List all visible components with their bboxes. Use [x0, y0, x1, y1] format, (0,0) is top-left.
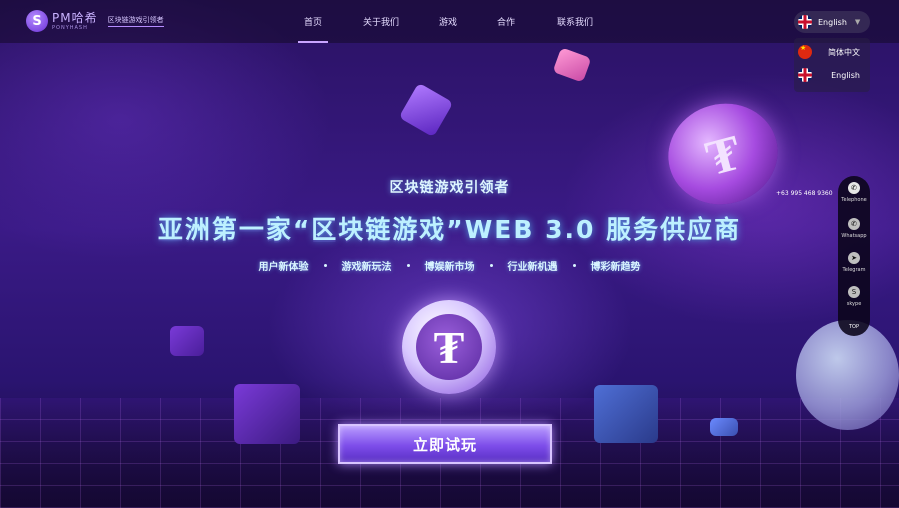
language-option-english[interactable]: English — [798, 65, 866, 85]
nav-partnership[interactable]: 合作 — [488, 0, 524, 43]
feature-item: 用户新体验 — [258, 262, 309, 273]
uk-flag-icon — [798, 68, 812, 82]
tether-coin-main-icon: ₮ — [402, 300, 496, 394]
nav-games[interactable]: 游戏 — [430, 0, 466, 43]
cn-flag-icon — [798, 44, 812, 59]
logo-subtitle: PONYHASH — [52, 24, 88, 31]
hero-title: 亚洲第一家“区块链游戏”WEB 3.0 服务供应商 — [157, 215, 742, 244]
feature-item: 行业新机遇 — [507, 262, 558, 273]
logo[interactable]: S PM哈希 PONYHASH 区块链游戏引领者 — [26, 10, 164, 32]
tether-symbol: ₮ — [416, 314, 482, 380]
purple-cube-left — [234, 384, 300, 444]
logo-tagline: 区块链游戏引领者 — [107, 15, 164, 27]
whatsapp-icon: ✆ — [848, 218, 860, 230]
chevron-down-icon: ▼ — [854, 18, 861, 26]
dock-telegram[interactable]: ➤ Telegram — [838, 252, 870, 284]
language-option-label: 简体中文 — [828, 47, 860, 57]
nav-about-us[interactable]: 关于我们 — [354, 0, 408, 43]
logo-icon: S — [26, 10, 48, 32]
phone-number: +63 995 468 9360 — [776, 190, 833, 197]
language-current: English — [818, 17, 847, 27]
nav-contact-us[interactable]: 联系我们 — [548, 0, 602, 43]
separator-dot — [406, 264, 410, 267]
logo-name: PM哈希 — [52, 10, 98, 25]
pink-gem — [552, 47, 592, 83]
separator-dot — [323, 264, 327, 267]
play-now-button[interactable]: 立即试玩 — [338, 424, 552, 464]
small-cube-right — [710, 418, 738, 436]
dock-whatsapp[interactable]: ✆ Whatsapp — [838, 218, 870, 250]
dock-label: Telegram — [842, 267, 866, 273]
dock-skype[interactable]: S skype — [838, 286, 870, 318]
dock-label: Telephone — [841, 197, 867, 203]
telegram-icon: ➤ — [848, 252, 860, 264]
floating-gem — [398, 82, 454, 138]
dock-label: skype — [846, 301, 862, 307]
dock-label: Whatsapp — [841, 233, 867, 239]
skype-icon: S — [848, 286, 860, 298]
contact-dock: ✆ Telephone ✆ Whatsapp ➤ Telegram S skyp… — [838, 176, 870, 336]
language-dropdown: 简体中文 English — [794, 38, 870, 92]
phone-icon: ✆ — [848, 182, 860, 194]
small-cube-left — [170, 326, 204, 356]
separator-dot — [572, 264, 576, 267]
dock-telephone[interactable]: ✆ Telephone — [838, 182, 870, 214]
separator-dot — [489, 264, 493, 267]
blue-cube-right — [594, 385, 658, 443]
feature-item: 博娱新市场 — [424, 262, 475, 273]
feature-item: 游戏新玩法 — [341, 262, 392, 273]
uk-flag-icon — [798, 15, 812, 29]
language-option-chinese[interactable]: 简体中文 — [798, 42, 866, 62]
language-option-label: English — [831, 70, 860, 80]
top-navigation-bar: S PM哈希 PONYHASH 区块链游戏引领者 首页 关于我们 游戏 合作 联… — [0, 0, 899, 43]
nav-home[interactable]: 首页 — [290, 0, 336, 43]
feature-item: 博彩新趋势 — [590, 262, 641, 273]
language-selector[interactable]: English ▼ — [794, 11, 870, 33]
back-to-top-button[interactable]: TOP — [838, 324, 870, 330]
feature-list: 用户新体验 游戏新玩法 博娱新市场 行业新机遇 博彩新趋势 — [0, 258, 899, 273]
glow-sphere — [796, 320, 899, 430]
